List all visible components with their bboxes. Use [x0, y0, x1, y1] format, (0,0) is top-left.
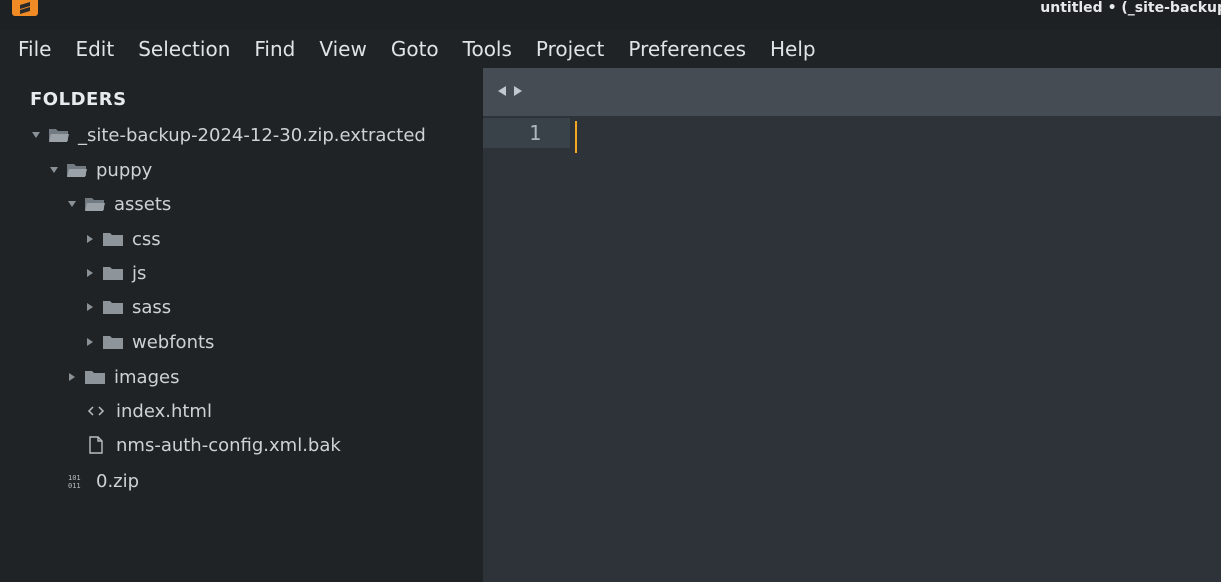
menu-tools[interactable]: Tools: [451, 30, 524, 68]
chevron-right-icon[interactable]: [84, 233, 96, 245]
tree-item-label: nms-auth-config.xml.bak: [116, 434, 341, 456]
menu-help[interactable]: Help: [758, 30, 828, 68]
tab-navigation: [497, 82, 523, 101]
tree-item-assets[interactable]: assets: [66, 187, 171, 221]
svg-text:101: 101: [68, 474, 81, 482]
folder-icon: [102, 334, 124, 350]
tree-item-js[interactable]: js: [84, 256, 146, 290]
tree-item-puppy[interactable]: puppy: [48, 153, 152, 187]
title-bar: untitled • (_site-backup: [0, 0, 1221, 30]
editor-pane[interactable]: 1: [483, 68, 1221, 582]
menu-file[interactable]: File: [6, 30, 63, 68]
folder-icon: [102, 231, 124, 247]
tree-item-label: 0.zip: [96, 470, 140, 492]
menu-project[interactable]: Project: [524, 30, 616, 68]
svg-text:011: 011: [68, 482, 81, 490]
window-title: untitled • (_site-backup: [1040, 0, 1221, 16]
folder-icon: [102, 265, 124, 281]
tree-item-label: webfonts: [132, 331, 215, 353]
chevron-right-icon[interactable]: [84, 336, 96, 348]
chevron-down-icon[interactable]: [48, 164, 60, 176]
folder-open-icon: [66, 162, 88, 178]
tree-item-images[interactable]: images: [66, 360, 179, 394]
chevron-left-icon[interactable]: [497, 82, 507, 101]
sidebar: FOLDERS _site-backup-2024-12-30.zip.extr…: [0, 68, 483, 582]
folder-icon: [102, 299, 124, 315]
chevron-right-icon[interactable]: [84, 301, 96, 313]
binary-file-icon: 101 011: [66, 472, 86, 490]
tree-item-label: sass: [132, 296, 172, 318]
menu-preferences[interactable]: Preferences: [616, 30, 758, 68]
menu-find[interactable]: Find: [242, 30, 307, 68]
menu-edit[interactable]: Edit: [63, 30, 126, 68]
tree-item-label: js: [132, 262, 147, 284]
tree-item-css[interactable]: css: [84, 222, 161, 256]
folder-open-icon: [48, 127, 70, 143]
folder-icon: [84, 369, 106, 385]
tree-item-label: puppy: [96, 159, 153, 181]
chevron-down-icon[interactable]: [66, 198, 78, 210]
tree-item-label: index.html: [116, 400, 212, 422]
code-file-icon: [86, 405, 106, 417]
chevron-right-icon[interactable]: [66, 371, 78, 383]
menu-view[interactable]: View: [307, 30, 378, 68]
tree-item-sass[interactable]: sass: [84, 290, 171, 324]
text-caret: [575, 121, 577, 153]
tree-item-webfonts[interactable]: webfonts: [84, 325, 214, 359]
sidebar-title: FOLDERS: [30, 89, 127, 110]
chevron-right-icon[interactable]: [513, 82, 523, 101]
menu-goto[interactable]: Goto: [379, 30, 451, 68]
tree-item-nms-auth-config[interactable]: nms-auth-config.xml.bak: [86, 428, 341, 462]
tree-item-root-folder[interactable]: _site-backup-2024-12-30.zip.extracted: [30, 118, 426, 152]
tree-item-label: _site-backup-2024-12-30.zip.extracted: [78, 124, 426, 146]
tree-item-index-html[interactable]: index.html: [86, 394, 212, 428]
tree-item-label: assets: [114, 193, 172, 215]
tree-item-label: css: [132, 228, 161, 250]
tree-item-label: images: [114, 366, 180, 388]
line-number: 1: [528, 121, 541, 145]
sublime-text-icon: [12, 0, 38, 16]
file-icon: [86, 436, 106, 454]
chevron-right-icon[interactable]: [84, 267, 96, 279]
folder-open-icon: [84, 196, 106, 212]
menu-selection[interactable]: Selection: [126, 30, 242, 68]
chevron-down-icon[interactable]: [30, 129, 42, 141]
tree-item-0-zip[interactable]: 101 011 0.zip: [66, 464, 139, 498]
tab-bar: [483, 68, 1221, 116]
menu-bar: File Edit Selection Find View Goto Tools…: [0, 30, 1221, 68]
